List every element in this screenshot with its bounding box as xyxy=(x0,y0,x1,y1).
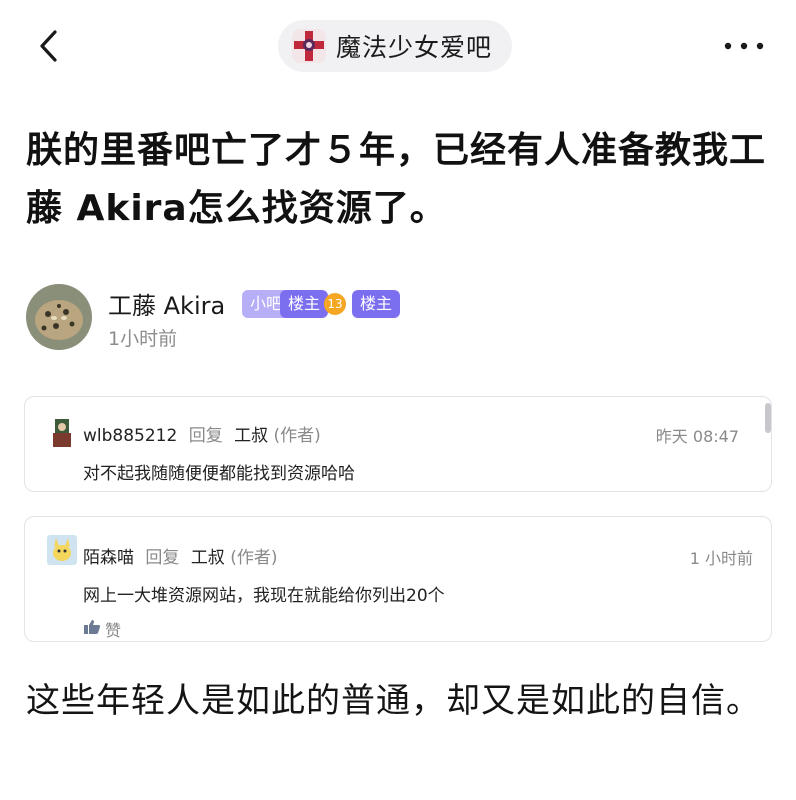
like-button[interactable]: 赞 xyxy=(83,617,121,641)
author-name[interactable]: 工藤 Akira xyxy=(108,286,225,321)
avatar[interactable] xyxy=(26,284,92,350)
comment-time: 1 小时前 xyxy=(689,549,753,568)
forum-logo-icon xyxy=(292,29,326,63)
level-badge: 13 xyxy=(324,293,347,315)
commenter-name[interactable]: wlb885212 xyxy=(83,426,177,446)
back-icon[interactable] xyxy=(30,26,70,66)
scrollbar xyxy=(765,403,771,433)
comment-text: 对不起我随随便便都能找到资源哈哈 xyxy=(83,464,355,484)
author-info: 工藤 Akira 小吧 楼主 13 楼主 1小时前 xyxy=(26,284,766,354)
comment-header: 陌森喵 回复 工叔 (作者) xyxy=(83,543,277,568)
reply-target[interactable]: 工叔 xyxy=(191,548,225,568)
comment-time: 昨天 08:47 xyxy=(655,427,739,446)
commenter-avatar xyxy=(47,417,75,449)
post-time: 1小时前 xyxy=(108,328,178,350)
author-tag: (作者) xyxy=(230,548,278,568)
comment-text: 网上一大堆资源网站，我现在就能给你列出20个 xyxy=(83,586,445,606)
like-label: 赞 xyxy=(105,621,122,640)
post-body-text: 这些年轻人是如此的普通，却又是如此的自信。 xyxy=(26,681,761,721)
reply-label: 回复 xyxy=(145,548,180,568)
commenter-name[interactable]: 陌森喵 xyxy=(83,548,134,568)
reply-target[interactable]: 工叔 xyxy=(234,426,268,446)
reply-label: 回复 xyxy=(188,426,223,446)
forum-link[interactable]: 魔法少女爱吧 xyxy=(278,20,513,72)
author-badges: 小吧 楼主 13 楼主 xyxy=(242,290,401,318)
top-bar: 魔法少女爱吧 xyxy=(0,0,796,96)
forum-name: 魔法少女爱吧 xyxy=(336,33,493,62)
thumbs-up-icon xyxy=(83,619,101,639)
post-title: 朕的里番吧亡了才５年，已经有人准备教我工藤 Akira怎么找资源了。 xyxy=(26,130,767,229)
comment-screenshot-1: wlb885212 回复 工叔 (作者) 昨天 08:47 对不起我随随便便都能… xyxy=(24,396,772,492)
author-tag: (作者) xyxy=(273,426,321,446)
more-options-icon[interactable] xyxy=(718,30,770,62)
floor-owner-badge: 楼主 xyxy=(280,290,329,318)
comment-screenshot-2: 陌森喵 回复 工叔 (作者) 1 小时前 网上一大堆资源网站，我现在就能给你列出… xyxy=(24,516,772,642)
floor-owner-badge-2: 楼主 xyxy=(352,290,401,318)
comment-header: wlb885212 回复 工叔 (作者) xyxy=(83,421,321,446)
commenter-avatar xyxy=(47,535,77,565)
